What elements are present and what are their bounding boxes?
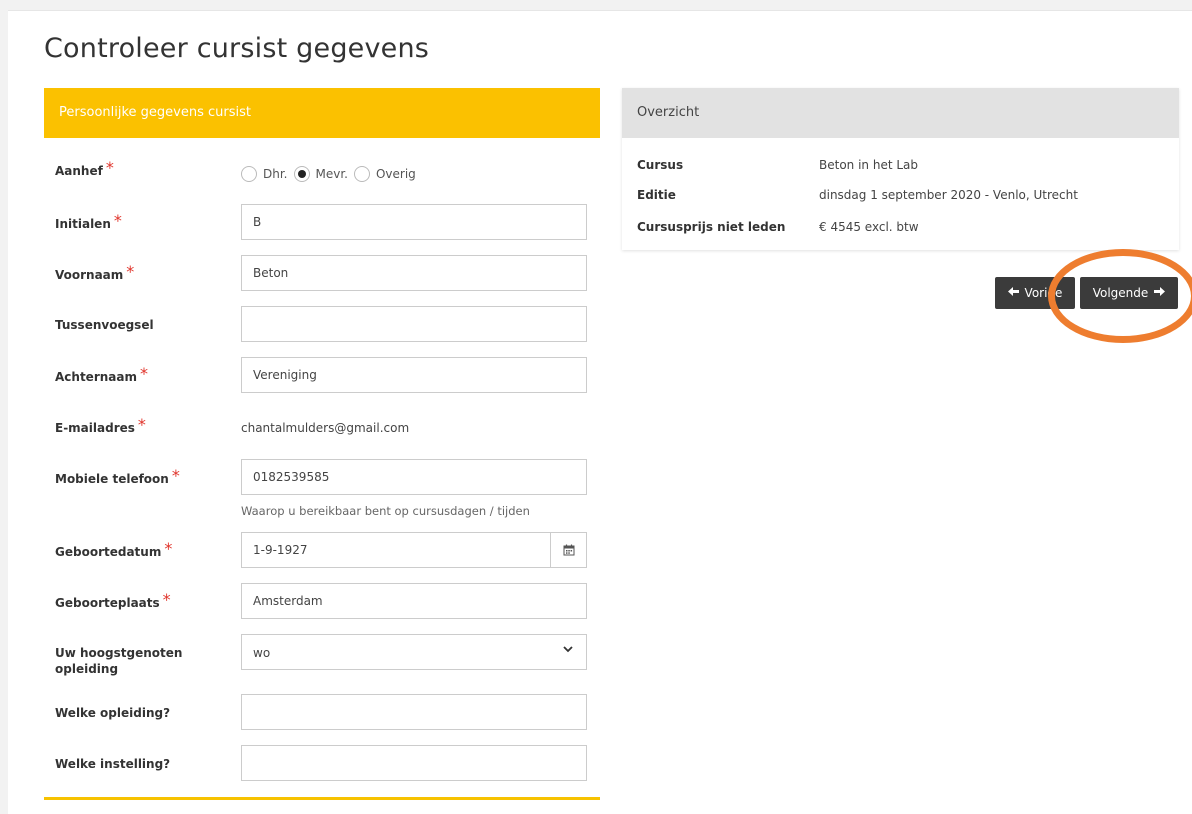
radio-mevr-circle[interactable] bbox=[293, 166, 310, 182]
which-education-input[interactable] bbox=[241, 694, 587, 730]
required-marker: * bbox=[113, 211, 122, 230]
mobile-help-text: Waarop u bereikbaar bent op cursusdagen … bbox=[241, 504, 530, 518]
infix-input[interactable] bbox=[241, 306, 587, 342]
radio-overig-label: Overig bbox=[375, 167, 416, 181]
summary-label: Cursus bbox=[637, 158, 684, 172]
salutation-radio-group: Dhr. Mevr. Overig bbox=[241, 166, 422, 182]
required-marker: * bbox=[171, 466, 180, 485]
required-marker: * bbox=[105, 158, 114, 177]
page: Controleer cursist gegevens Persoonlijke… bbox=[8, 10, 1192, 814]
which-institution-label: Welke instelling? bbox=[55, 757, 171, 771]
birthplace-label: Geboorteplaats bbox=[55, 596, 160, 610]
mobile-label: Mobiele telefoon bbox=[55, 472, 169, 486]
required-marker: * bbox=[162, 590, 171, 609]
education-level-value: wo bbox=[253, 646, 271, 660]
infix-label: Tussenvoegsel bbox=[55, 318, 154, 332]
personal-details-panel: Persoonlijke gegevens cursist Aanhef * Dh… bbox=[44, 88, 600, 800]
first-name-input[interactable] bbox=[241, 255, 587, 291]
education-level-select[interactable]: wo bbox=[241, 634, 587, 670]
annotation-highlight-ring bbox=[1048, 249, 1192, 343]
radio-overig-circle[interactable] bbox=[353, 166, 370, 182]
calendar-icon[interactable] bbox=[550, 533, 586, 567]
email-value: chantalmulders@gmail.com bbox=[241, 421, 410, 435]
summary-value: € 4545 excl. btw bbox=[819, 220, 919, 234]
page-title: Controleer cursist gegevens bbox=[44, 33, 430, 64]
form-header: Persoonlijke gegevens cursist bbox=[44, 88, 600, 138]
required-marker: * bbox=[126, 262, 135, 281]
last-name-input[interactable] bbox=[241, 357, 587, 393]
which-institution-input[interactable] bbox=[241, 745, 587, 781]
radio-mevr-label: Mevr. bbox=[315, 167, 348, 181]
which-education-label: Welke opleiding? bbox=[55, 706, 171, 720]
initials-input[interactable] bbox=[241, 204, 587, 240]
radio-dhr-circle[interactable] bbox=[241, 166, 257, 182]
radio-dhr-label: Dhr. bbox=[263, 167, 288, 181]
salutation-label: Aanhef bbox=[55, 164, 103, 178]
radio-overig[interactable]: Overig bbox=[353, 166, 416, 182]
chevron-down-icon bbox=[562, 643, 574, 658]
overview-header: Overzicht bbox=[622, 88, 1179, 138]
birthplace-input[interactable] bbox=[241, 583, 587, 619]
summary-label: Editie bbox=[637, 188, 676, 202]
summary-label: Cursusprijs niet leden bbox=[637, 220, 786, 234]
initials-label: Initialen bbox=[55, 217, 111, 231]
summary-value: Beton in het Lab bbox=[819, 158, 918, 172]
overview-panel: Overzicht Cursus Beton in het Lab Editie… bbox=[622, 88, 1179, 250]
birthdate-label: Geboortedatum bbox=[55, 545, 162, 559]
required-marker: * bbox=[164, 539, 173, 558]
arrow-left-icon bbox=[1007, 286, 1019, 300]
required-marker: * bbox=[139, 364, 148, 383]
first-name-label: Voornaam bbox=[55, 268, 124, 282]
mobile-input[interactable] bbox=[241, 459, 587, 495]
birthdate-field bbox=[241, 532, 587, 568]
radio-mevr[interactable]: Mevr. bbox=[293, 166, 348, 182]
summary-value: dinsdag 1 september 2020 - Venlo, Utrech… bbox=[819, 188, 1078, 202]
last-name-label: Achternaam bbox=[55, 370, 137, 384]
email-label: E-mailadres bbox=[55, 421, 135, 435]
education-level-label: Uw hoogstgenoten opleiding bbox=[55, 646, 183, 676]
required-marker: * bbox=[137, 415, 146, 434]
birthdate-input[interactable] bbox=[242, 533, 550, 567]
radio-dhr[interactable]: Dhr. bbox=[241, 166, 288, 182]
